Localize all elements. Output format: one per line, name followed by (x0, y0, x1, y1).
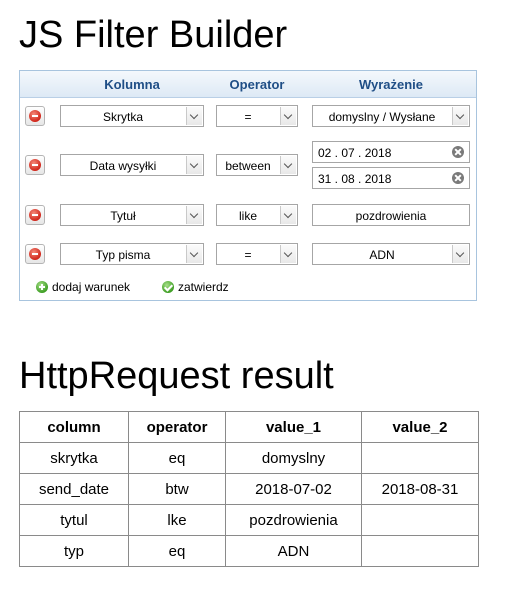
cell-value-2 (361, 535, 479, 567)
chevron-down-icon (186, 245, 202, 263)
value-field-text: pozdrowienia (355, 209, 427, 223)
chevron-down-icon (452, 107, 468, 125)
cell-value-1: pozdrowienia (225, 504, 362, 536)
check-icon (162, 281, 174, 293)
value-field[interactable]: pozdrowienia (312, 204, 470, 226)
table-header-row: column operator value_1 value_2 (19, 411, 479, 443)
date-from-value: 02 . 07 . 2018 (318, 146, 392, 160)
col-header-operator: operator (128, 411, 226, 443)
cell-value-1: 2018-07-02 (225, 473, 362, 505)
value-select-value: domyslny / Wysłane (328, 110, 436, 124)
col-header-column: column (19, 411, 129, 443)
chevron-down-icon (186, 107, 202, 125)
column-select-value: Tytuł (110, 209, 136, 223)
table-row: send_date btw 2018-07-02 2018-08-31 (19, 473, 479, 505)
result-table: column operator value_1 value_2 skrytka … (19, 411, 479, 567)
operator-select-value: like (238, 209, 257, 223)
cell-column: send_date (19, 473, 129, 505)
remove-icon (29, 159, 41, 171)
add-condition-button[interactable]: dodaj warunek (36, 280, 130, 294)
operator-select[interactable]: = (216, 105, 298, 127)
operator-select-value: between (225, 159, 271, 173)
value-select-value: ADN (369, 248, 395, 262)
cell-column: skrytka (19, 442, 129, 474)
header-column: Kolumna (104, 77, 160, 92)
operator-select[interactable]: = (216, 243, 298, 265)
chevron-down-icon (280, 107, 296, 125)
chevron-down-icon (280, 245, 296, 263)
table-row: tytul lke pozdrowienia (19, 504, 479, 536)
cell-value-2: 2018-08-31 (361, 473, 479, 505)
page-title: JS Filter Builder (19, 14, 288, 56)
column-select[interactable]: Tytuł (60, 204, 204, 226)
chevron-down-icon (280, 156, 296, 174)
column-select-value: Data wysyłki (89, 159, 157, 173)
col-header-value-2: value_2 (361, 411, 479, 443)
column-select[interactable]: Data wysyłki (60, 154, 204, 176)
operator-select[interactable]: like (216, 204, 298, 226)
filter-builder-panel: Kolumna Operator Wyrażenie Skrytka = dom… (19, 70, 477, 301)
header-operator: Operator (229, 77, 285, 92)
col-header-value-1: value_1 (225, 411, 362, 443)
add-icon (36, 281, 48, 293)
remove-icon (29, 248, 41, 260)
delete-condition-button[interactable] (25, 106, 45, 126)
remove-icon (29, 209, 41, 221)
column-select[interactable]: Skrytka (60, 105, 204, 127)
remove-icon (29, 110, 41, 122)
date-from-field[interactable]: 02 . 07 . 2018 (312, 141, 470, 163)
cell-value-2 (361, 504, 479, 536)
add-condition-label: dodaj warunek (52, 280, 131, 294)
operator-select-value: = (244, 248, 252, 262)
cell-operator: btw (128, 473, 226, 505)
delete-condition-button[interactable] (25, 244, 45, 264)
clear-icon[interactable] (452, 172, 464, 184)
value-select[interactable]: ADN (312, 243, 470, 265)
chevron-down-icon (186, 206, 202, 224)
cell-value-1: ADN (225, 535, 362, 567)
column-select-value: Skrytka (102, 110, 143, 124)
cell-operator: eq (128, 535, 226, 567)
table-row: typ eq ADN (19, 535, 479, 567)
cell-operator: eq (128, 442, 226, 474)
operator-select-value: = (244, 110, 252, 124)
delete-condition-button[interactable] (25, 205, 45, 225)
column-select[interactable]: Typ pisma (60, 243, 204, 265)
chevron-down-icon (186, 156, 202, 174)
delete-condition-button[interactable] (25, 155, 45, 175)
cell-column: tytul (19, 504, 129, 536)
value-select[interactable]: domyslny / Wysłane (312, 105, 470, 127)
date-to-field[interactable]: 31 . 08 . 2018 (312, 167, 470, 189)
operator-select[interactable]: between (216, 154, 298, 176)
chevron-down-icon (280, 206, 296, 224)
clear-icon[interactable] (452, 146, 464, 158)
confirm-label: zatwierdz (178, 280, 229, 294)
date-to-value: 31 . 08 . 2018 (318, 172, 392, 186)
cell-value-1: domyslny (225, 442, 362, 474)
confirm-button[interactable]: zatwierdz (162, 280, 229, 294)
header-expression: Wyrażenie (358, 77, 424, 92)
cell-value-2 (361, 442, 479, 474)
table-row: skrytka eq domyslny (19, 442, 479, 474)
result-title: HttpRequest result (19, 355, 334, 397)
filter-header: Kolumna Operator Wyrażenie (20, 71, 476, 98)
column-select-value: Typ pisma (95, 248, 151, 262)
cell-column: typ (19, 535, 129, 567)
cell-operator: lke (128, 504, 226, 536)
chevron-down-icon (452, 245, 468, 263)
